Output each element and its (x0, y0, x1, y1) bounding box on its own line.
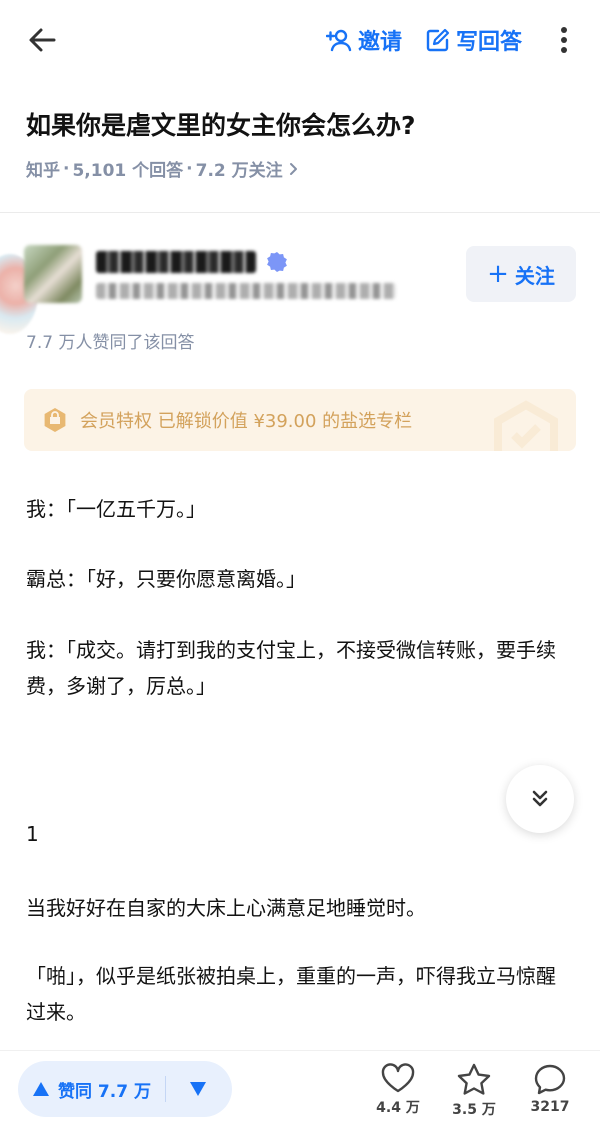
write-answer-button[interactable]: 写回答 (426, 24, 522, 56)
follow-label: 关注 (514, 263, 555, 288)
star-icon (457, 1063, 491, 1095)
answer-paragraph: 「啪」，似乎是纸张被拍桌上，重重的一声，吓得我立马惊醒过来。 (26, 964, 556, 1024)
plus-icon: + (487, 259, 509, 289)
upvote-arrow-icon (33, 1082, 49, 1096)
answer-paragraph: 我：「成交。请打到我的支付宝上，不接受微信转账，要手续费，多谢了，厉总。」 (26, 638, 556, 698)
downvote-arrow-icon (189, 1082, 206, 1096)
answer-paragraph: 我：「一亿五千万。」 (26, 497, 206, 521)
favorite-count: 3.5 万 (452, 1102, 496, 1118)
question-meta[interactable]: 知乎 · 5,101 个回答 · 7.2 万关注 (26, 156, 299, 181)
answer-paragraph: 当我好好在自家的大床上心满意足地睡觉时。 (26, 896, 426, 920)
question-title[interactable]: 如果你是虐文里的女主你会怎么办? (26, 106, 416, 142)
member-banner-text: 会员特权 已解锁价值 ¥39.00 的盐选专栏 (80, 411, 413, 432)
downvote-button[interactable] (166, 1061, 230, 1117)
chevron-right-icon (289, 162, 297, 175)
favorite-button[interactable]: 3.5 万 (444, 1063, 504, 1119)
blurred-name (96, 251, 256, 273)
edit-icon (426, 28, 450, 52)
author-bio-blurred (96, 283, 396, 299)
likes-summary: 7.7 万人赞同了该回答 (26, 333, 195, 353)
write-answer-label: 写回答 (456, 30, 523, 55)
header-divider (0, 212, 600, 213)
invite-button[interactable]: 邀请 (326, 24, 402, 56)
follower-count: 7.2 万关注 (195, 161, 283, 181)
member-privilege-banner[interactable]: 会员特权 已解锁价值 ¥39.00 的盐选专栏 (24, 389, 576, 451)
source-label: 知乎 (26, 161, 60, 181)
back-arrow-icon[interactable] (24, 22, 60, 58)
vote-control: 赞同 7.7 万 (18, 1061, 232, 1117)
bottom-action-bar: 赞同 7.7 万 4.4 万 3.5 万 3217 (0, 1050, 600, 1131)
watermark-shield-icon (494, 400, 558, 451)
add-user-icon (326, 29, 352, 52)
like-button[interactable]: 4.4 万 (368, 1063, 428, 1117)
meta-separator: · (186, 158, 193, 179)
follow-button[interactable]: + 关注 (466, 246, 576, 302)
invite-label: 邀请 (358, 30, 403, 55)
double-chevron-down-icon (532, 790, 548, 807)
top-bar: 邀请 写回答 (0, 0, 600, 80)
scroll-down-button[interactable] (506, 765, 574, 833)
heart-icon (381, 1063, 415, 1093)
answer-count: 5,101 个回答 (72, 161, 184, 181)
more-options-icon[interactable] (552, 22, 576, 58)
like-count: 4.4 万 (376, 1100, 420, 1116)
author-avatar[interactable] (24, 245, 82, 303)
verified-badge-icon (267, 252, 287, 272)
comment-button[interactable]: 3217 (520, 1063, 580, 1115)
answer-paragraph: 霸总：「好，只要你愿意离婚。」 (26, 567, 306, 591)
comment-bubble-icon (534, 1064, 566, 1095)
author-name-blurred[interactable] (96, 248, 288, 276)
member-badge-icon (44, 408, 66, 432)
comment-count: 3217 (530, 1099, 570, 1115)
upvote-label: 赞同 7.7 万 (58, 1081, 151, 1102)
meta-separator: · (63, 158, 70, 179)
section-number: 1 (26, 822, 39, 846)
upvote-button[interactable]: 赞同 7.7 万 (18, 1061, 151, 1117)
